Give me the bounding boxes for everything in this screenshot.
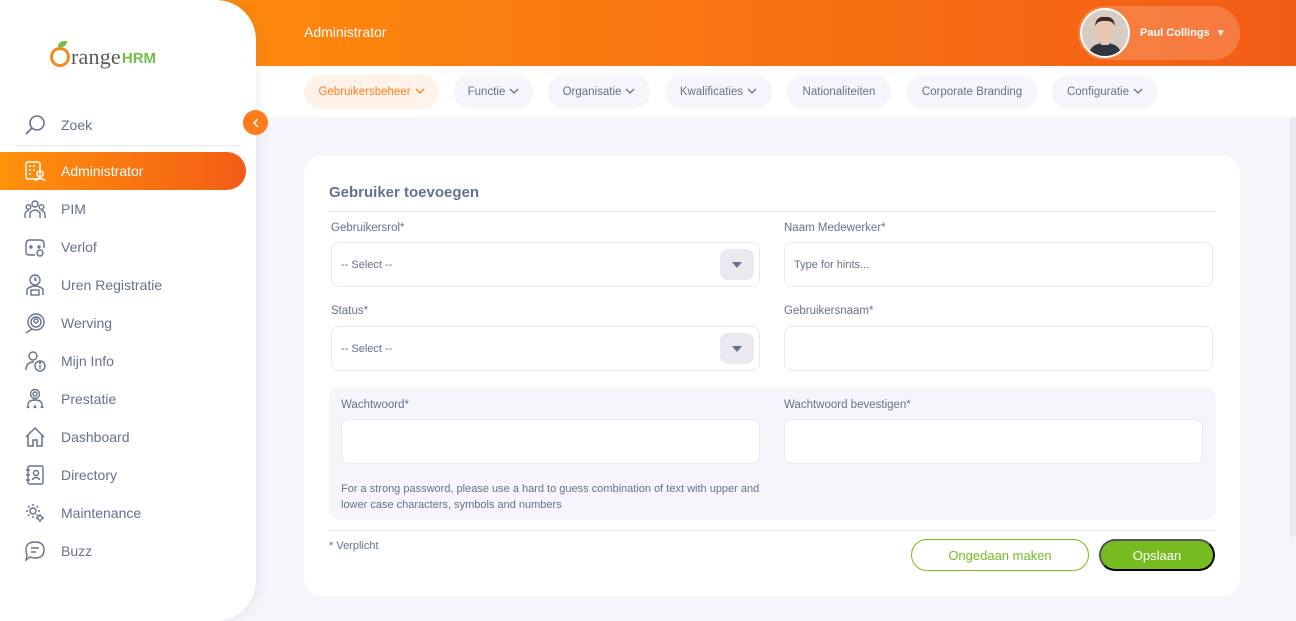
search-icon — [24, 114, 46, 136]
password-label: Wachtwoord* — [341, 399, 409, 411]
sidebar-item-label: Uren Registratie — [61, 277, 163, 293]
sidebar-item-verlof[interactable]: Verlof — [0, 228, 256, 266]
sidebar-item-mijn-info[interactable]: Mijn Info — [0, 342, 256, 380]
leave-icon — [24, 236, 46, 258]
scrollbar[interactable] — [1290, 117, 1296, 537]
recruitment-icon — [24, 312, 46, 334]
time-icon — [24, 274, 46, 296]
avatar — [1080, 8, 1130, 58]
tab-label: Kwalificaties — [679, 86, 744, 98]
employee-name-input[interactable]: Type for hints... — [784, 242, 1213, 287]
confirm-password-input[interactable] — [784, 419, 1203, 464]
tab-kwalificaties[interactable]: Kwalificaties — [665, 75, 772, 109]
my-info-icon — [24, 350, 46, 372]
confirm-password-label: Wachtwoord bevestigen* — [784, 399, 911, 411]
password-input[interactable] — [341, 419, 760, 464]
search-label: Zoek — [61, 116, 93, 133]
maintenance-icon — [24, 502, 46, 524]
buzz-icon — [24, 540, 46, 562]
top-menu: Gebruikersbeheer Functie Organisatie Kwa… — [256, 66, 1296, 117]
chevron-down-icon — [747, 87, 757, 97]
sidebar-item-label: Verlof — [61, 239, 97, 255]
user-role-label: Gebruikersrol* — [331, 222, 405, 234]
sidebar-item-prestatie[interactable]: Prestatie — [0, 380, 256, 418]
tab-label: Organisatie — [562, 86, 622, 98]
sidebar-item-administrator[interactable]: Administrator — [0, 152, 246, 190]
sidebar-item-buzz[interactable]: Buzz — [0, 532, 256, 570]
status-label: Status* — [331, 305, 369, 317]
title-divider — [329, 211, 1216, 212]
chevron-down-icon — [415, 87, 425, 97]
employee-name-label: Naam Medewerker* — [784, 222, 886, 234]
sidebar-item-werving[interactable]: Werving — [0, 304, 256, 342]
user-name: Paul Collings — [1140, 27, 1210, 39]
cancel-button[interactable]: Ongedaan maken — [911, 539, 1089, 571]
sidebar-item-label: Mijn Info — [61, 353, 114, 369]
chevron-left-icon — [252, 117, 259, 128]
tab-organisatie[interactable]: Organisatie — [548, 75, 650, 109]
tab-configuratie[interactable]: Configuratie — [1052, 75, 1158, 109]
tab-gebruikersbeheer[interactable]: Gebruikersbeheer — [304, 75, 439, 109]
password-hint: For a strong password, please use a hard… — [341, 483, 760, 511]
username-label: Gebruikersnaam* — [784, 305, 874, 317]
page-title: Administrator — [304, 24, 387, 40]
tab-nationaliteiten[interactable]: Nationaliteiten — [787, 75, 891, 109]
dropdown-arrow-icon — [720, 249, 754, 280]
pim-icon — [24, 198, 46, 220]
performance-icon — [24, 388, 46, 410]
user-role-value: -- Select -- — [341, 258, 393, 271]
user-role-select[interactable]: -- Select -- — [331, 242, 760, 287]
admin-icon — [24, 160, 46, 182]
sidebar-item-pim[interactable]: PIM — [0, 190, 256, 228]
sidebar-item-dashboard[interactable]: Dashboard — [0, 418, 256, 456]
add-user-form-card: Gebruiker toevoegen Gebruikersrol* -- Se… — [304, 156, 1240, 596]
tab-label: Corporate Branding — [921, 86, 1023, 98]
username-input[interactable] — [784, 326, 1213, 371]
sidebar-item-label: Administrator — [61, 163, 144, 179]
status-value: -- Select -- — [341, 342, 393, 355]
sidebar-item-label: Werving — [61, 315, 113, 331]
sidebar-item-label: Prestatie — [61, 391, 117, 407]
tab-label: Configuratie — [1066, 86, 1129, 98]
sidebar-item-label: Directory — [61, 467, 118, 483]
employee-name-placeholder: Type for hints... — [794, 258, 870, 271]
tab-label: Gebruikersbeheer — [318, 86, 411, 98]
sidebar-item-label: Dashboard — [61, 429, 130, 445]
tab-functie[interactable]: Functie — [454, 75, 533, 109]
orangehrm-logo[interactable]: range HRM — [50, 32, 156, 68]
logo-mark-icon — [50, 41, 70, 67]
sidebar-item-maintenance[interactable]: Maintenance — [0, 494, 256, 532]
user-menu[interactable]: Paul Collings ▼ — [1078, 6, 1240, 60]
footer-divider — [329, 530, 1216, 531]
chevron-down-icon — [509, 87, 519, 97]
tab-label: Functie — [467, 86, 506, 98]
tab-corporate-branding[interactable]: Corporate Branding — [906, 75, 1038, 109]
sidebar-item-label: Maintenance — [61, 505, 142, 521]
form-title: Gebruiker toevoegen — [329, 184, 480, 201]
save-button[interactable]: Opslaan — [1099, 539, 1215, 571]
sidebar-search[interactable]: Zoek — [16, 104, 240, 146]
logo-suffix: HRM — [121, 50, 157, 67]
sidebar-item-uren-registratie[interactable]: Uren Registratie — [0, 266, 256, 304]
status-select[interactable]: -- Select -- — [331, 326, 760, 371]
directory-icon — [24, 464, 46, 486]
main-menu: Administrator PIM Verlof Uren Registrati… — [0, 152, 256, 570]
sidebar-item-directory[interactable]: Directory — [0, 456, 256, 494]
sidebar-item-label: PIM — [61, 201, 86, 217]
dropdown-arrow-icon — [720, 333, 754, 364]
tab-label: Nationaliteiten — [802, 86, 876, 98]
caret-down-icon: ▼ — [1215, 27, 1226, 39]
sidebar-item-label: Buzz — [61, 543, 93, 559]
required-note: * Verplicht — [329, 540, 379, 552]
logo-text: range — [71, 44, 121, 69]
chevron-down-icon — [1133, 87, 1143, 97]
sidebar: range HRM Zoek Administrator PIM Verlof — [0, 0, 256, 621]
dashboard-icon — [24, 426, 46, 448]
chevron-down-icon — [625, 87, 635, 97]
collapse-sidebar-button[interactable] — [243, 110, 268, 135]
